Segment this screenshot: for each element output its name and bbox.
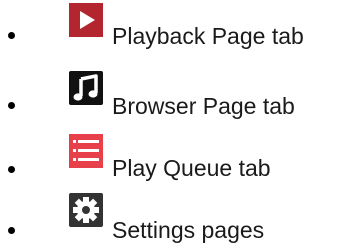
item-label: Playback Page tab xyxy=(112,23,304,49)
item-label: Play Queue tab xyxy=(112,155,271,181)
list-item-browser: Browser Page tab xyxy=(0,63,347,119)
play-icon xyxy=(69,3,103,37)
bullet-list: Playback Page tab Browser Page tab Play … xyxy=(0,0,347,249)
gear-icon xyxy=(69,193,103,227)
item-label: Browser Page tab xyxy=(112,93,295,119)
music-note-icon xyxy=(69,71,103,105)
list-item-settings: Settings pages xyxy=(0,183,347,243)
bullet-dot xyxy=(8,227,15,234)
bullet-dot xyxy=(8,166,15,173)
list-item-playback: Playback Page tab xyxy=(0,0,347,49)
list-item-play-queue: Play Queue tab xyxy=(0,124,347,181)
item-label: Settings pages xyxy=(112,217,265,243)
list-icon xyxy=(69,134,103,168)
bullet-dot xyxy=(8,32,15,39)
bullet-dot xyxy=(8,102,15,109)
